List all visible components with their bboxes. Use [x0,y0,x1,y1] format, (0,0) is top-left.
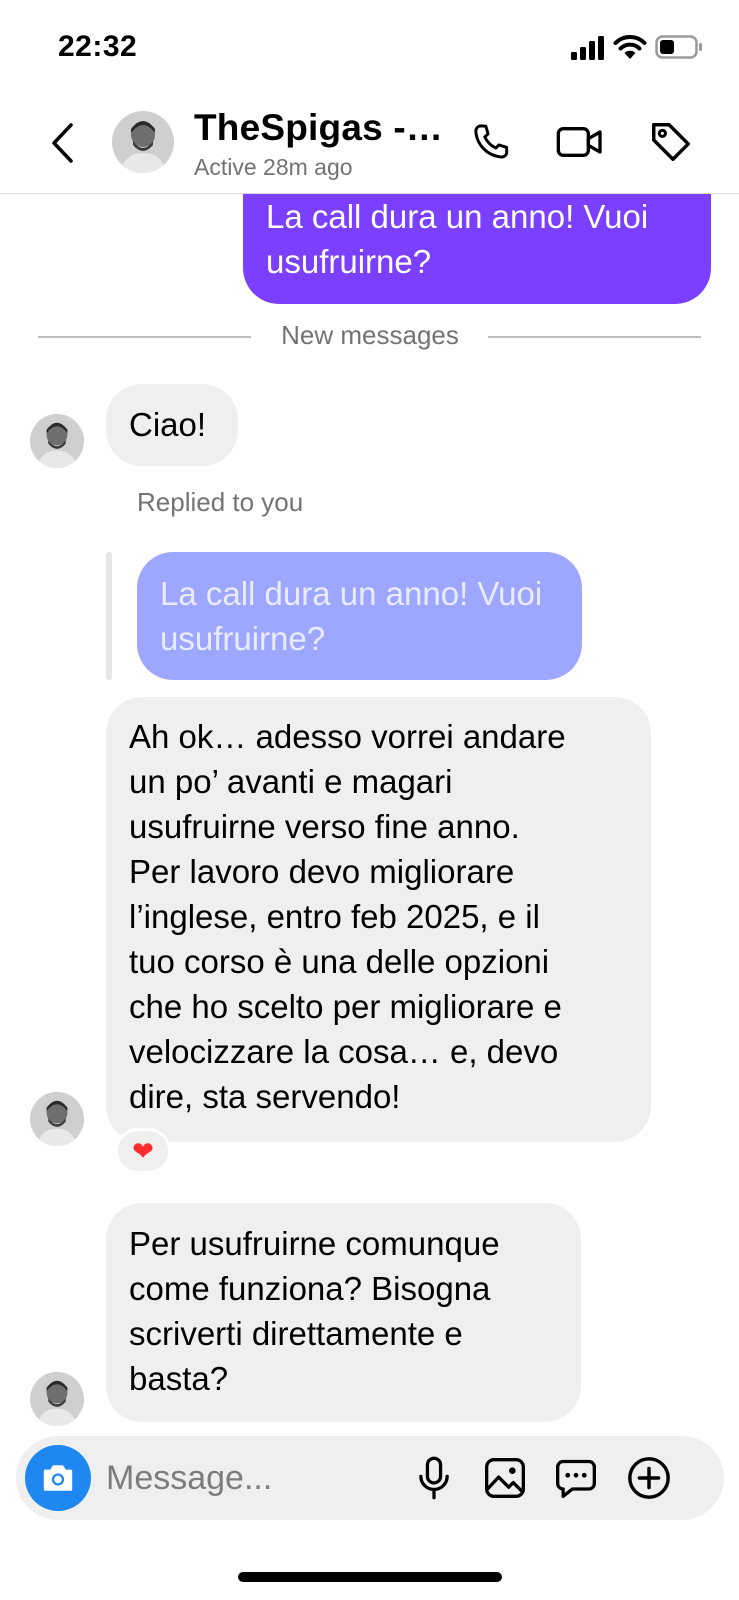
plus-circle-icon [628,1457,670,1499]
message-text-line: Ah ok… adesso vorrei andare [129,718,566,755]
message-text-line: La call dura un anno! Vuoi [266,198,649,235]
message-text-line: usufruirne? [266,243,432,280]
chat-bubble-icon [556,1459,596,1498]
video-call-button[interactable] [554,116,606,168]
image-icon [485,1458,525,1498]
message-input[interactable] [106,1456,396,1500]
new-messages-divider: New messages [281,320,459,350]
contact-avatar[interactable] [112,111,174,173]
incoming-message-bubble[interactable]: Ah ok… adesso vorrei andare un po’ avant… [106,697,651,1142]
message-text-line: un po’ avanti e magari [129,763,453,800]
back-button[interactable] [42,118,82,168]
sender-avatar[interactable] [30,1092,84,1146]
tag-icon [652,123,690,161]
avatar-image [30,1372,84,1426]
camera-icon [43,1465,73,1491]
message-text-line: l’inglese, entro feb 2025, e il [129,898,540,935]
avatar-image [30,414,84,468]
camera-button[interactable] [25,1445,91,1511]
cellular-signal-icon [571,36,604,60]
label-button[interactable] [645,116,697,168]
chevron-left-icon [52,123,73,163]
replied-to-you-label: Replied to you [137,487,304,517]
header-overlay: TheSpigas - Eleonora Spiga Active 28m ag… [0,100,739,194]
message-text-line: come funziona? Bisogna [129,1270,491,1307]
divider-line-left [38,336,251,338]
message-text-line: basta? [129,1360,229,1397]
message-text-line: che ho scelto per migliorare e [129,988,562,1025]
voice-message-button[interactable] [408,1452,460,1504]
message-text-line: Per lavoro devo migliorare [129,853,515,890]
message-composer [16,1436,724,1520]
battery-icon [655,35,702,59]
incoming-message-bubble[interactable]: Per usufruirne comunque come funziona? B… [106,1203,581,1422]
phone-icon [474,124,509,159]
home-indicator[interactable] [238,1572,502,1582]
more-options-button[interactable] [623,1452,675,1504]
gallery-button[interactable] [479,1452,531,1504]
quoted-text-line: La call dura un anno! Vuoi [160,575,543,612]
divider-line-right [488,336,701,338]
incoming-message-bubble[interactable]: Ciao! [106,384,238,466]
message-text-line: dire, sta servendo! [129,1078,401,1115]
heart-icon: ❤ [132,1135,154,1166]
contact-name[interactable]: TheSpigas - Eleonora Spiga [194,107,444,149]
avatar-image [30,1092,84,1146]
message-text-line: velocizzare la cosa… e, devo [129,1033,559,1070]
message-text-line: scriverti direttamente e [129,1315,463,1352]
sender-avatar[interactable] [30,414,84,468]
wifi-icon [613,35,647,59]
microphone-icon [419,1456,449,1500]
heart-reaction[interactable]: ❤ [115,1128,171,1174]
status-time: 22:32 [58,30,138,63]
message-text: Ciao! [129,406,207,443]
avatar-image [112,111,174,173]
audio-call-button[interactable] [465,116,517,168]
sender-avatar[interactable] [30,1372,84,1426]
quoted-message-bubble[interactable]: La call dura un anno! Vuoi usufruirne? [137,552,582,680]
message-text-line: usufruirne verso fine anno. [129,808,520,845]
quoted-text-line: usufruirne? [160,620,326,657]
contact-active-status: Active 28m ago [194,154,353,180]
message-text-line: Per usufruirne comunque [129,1225,500,1262]
message-text-line: tuo corso è una delle opzioni [129,943,550,980]
video-camera-icon [556,127,602,157]
sticker-button[interactable] [550,1452,602,1504]
quote-bar [106,552,112,680]
